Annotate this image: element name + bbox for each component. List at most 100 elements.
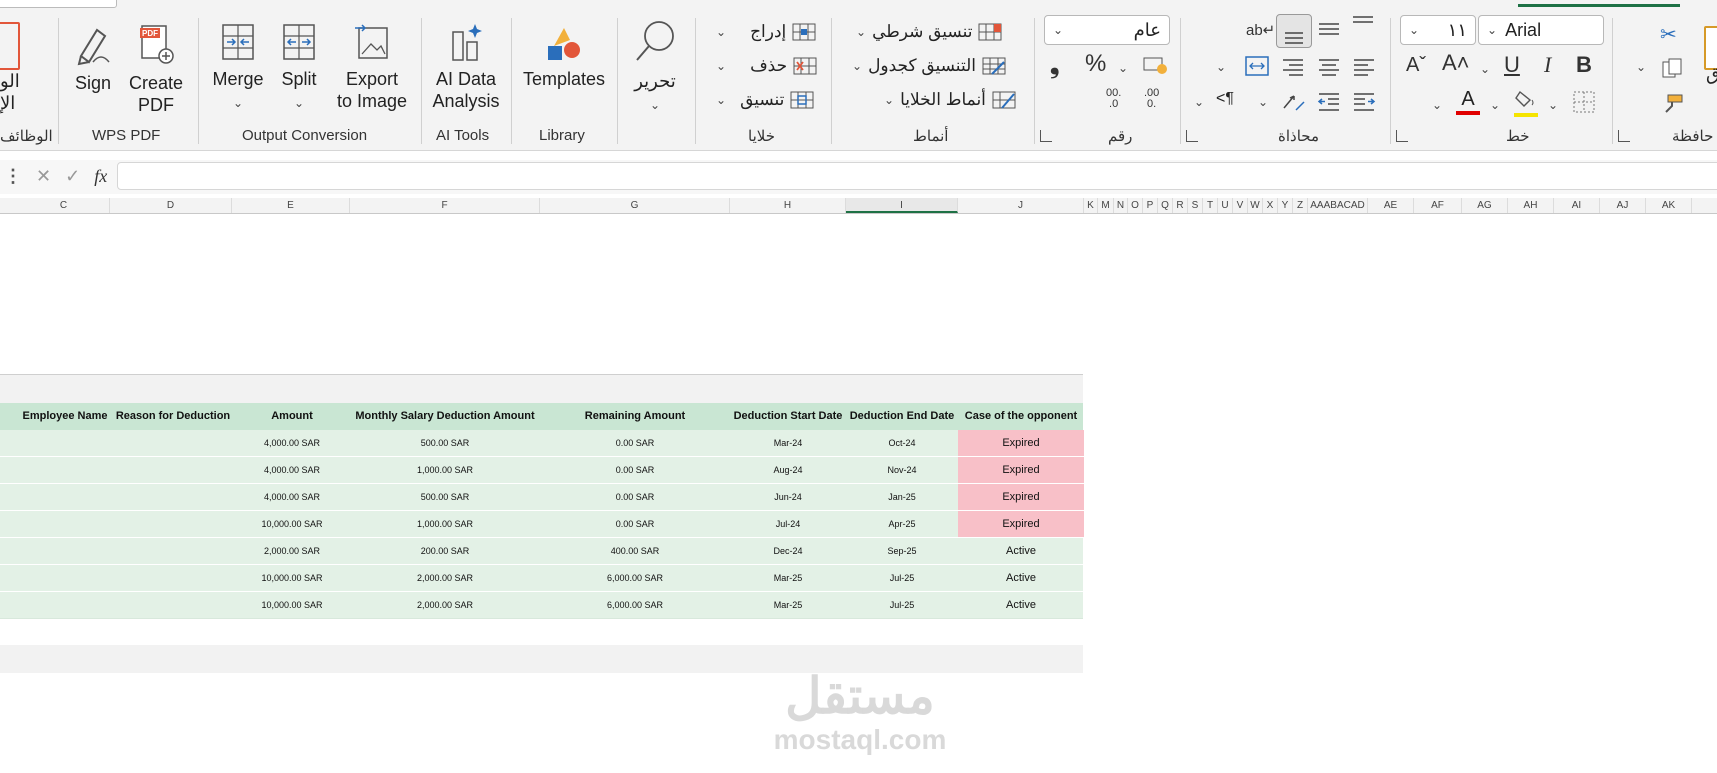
underline-button[interactable]: U	[1504, 52, 1520, 78]
cancel-entry-icon[interactable]: ✕	[36, 166, 51, 187]
cell-monthly[interactable]: 500.00 SAR	[350, 484, 540, 510]
font-color-dropdown[interactable]: ⌄	[1432, 92, 1442, 115]
wrap-text-button[interactable]: ab↵	[1246, 18, 1275, 41]
column-header[interactable]: T	[1203, 198, 1218, 213]
cell-start-date[interactable]: Mar-25	[730, 565, 846, 591]
more-vertical-icon[interactable]: ⋮	[4, 166, 22, 187]
title-box[interactable]	[0, 0, 117, 8]
conditional-formatting-button[interactable]: ⌄ تنسيق شرطي	[856, 22, 1002, 42]
column-header[interactable]: H	[730, 198, 846, 213]
copy-dropdown[interactable]: ⌄	[1636, 58, 1646, 76]
header-case-status[interactable]: Case of the opponent	[958, 403, 1084, 430]
orientation-dropdown[interactable]: ⌄	[1258, 93, 1268, 111]
cell-remaining[interactable]: 0.00 SAR	[540, 430, 730, 456]
number-dialog-launcher-icon[interactable]	[1040, 130, 1052, 142]
cell-monthly[interactable]: 1,000.00 SAR	[350, 511, 540, 537]
increase-decimal-button[interactable]: 00. .0	[1106, 88, 1121, 110]
decrease-decimal-button[interactable]: .00 0.	[1144, 88, 1159, 110]
accounting-format-button[interactable]	[1142, 54, 1168, 82]
cell-start-date[interactable]: Jul-24	[730, 511, 846, 537]
format-painter-button[interactable]	[1660, 92, 1684, 121]
increase-font-size-button[interactable]: A˄	[1442, 50, 1470, 76]
export-to-image-button[interactable]: Export to Image	[334, 22, 410, 112]
align-right-button[interactable]	[1280, 55, 1306, 84]
number-format-select[interactable]: ⌄ عام	[1044, 15, 1170, 45]
column-header[interactable]: W	[1248, 198, 1263, 213]
font-name-select[interactable]: ⌄ Arial	[1478, 15, 1604, 45]
font-dialog-launcher-icon[interactable]	[1396, 130, 1408, 142]
underline-dropdown[interactable]: ⌄	[1480, 56, 1490, 79]
column-header[interactable]: F	[350, 198, 540, 213]
delete-button[interactable]: ⌄ حذف	[716, 56, 817, 76]
header-employee-name[interactable]: Employee Name	[18, 403, 112, 430]
cell-styles-button[interactable]: ⌄ أنماط الخلايا	[884, 90, 1016, 110]
column-header[interactable]: K	[1084, 198, 1098, 213]
header-start-date[interactable]: Deduction Start Date	[730, 403, 846, 430]
cell-end-date[interactable]: Sep-25	[846, 538, 958, 564]
column-header[interactable]: AE	[1368, 198, 1414, 213]
formula-input[interactable]	[117, 162, 1717, 190]
cell-amount[interactable]: 10,000.00 SAR	[234, 565, 350, 591]
cell-status-expired[interactable]: Expired	[958, 457, 1084, 483]
cell-status-expired[interactable]: Expired	[958, 511, 1084, 537]
column-header[interactable]: Y	[1278, 198, 1293, 213]
column-header[interactable]: J	[958, 198, 1084, 213]
bold-button[interactable]: B	[1576, 52, 1592, 78]
cell-monthly[interactable]: 1,000.00 SAR	[350, 457, 540, 483]
sign-button[interactable]: Sign	[68, 22, 118, 94]
format-as-table-button[interactable]: ⌄ التنسيق كجدول	[852, 56, 1006, 76]
cell-status-expired[interactable]: Expired	[958, 484, 1084, 510]
cell-remaining[interactable]: 0.00 SAR	[540, 511, 730, 537]
column-header[interactable]: AAABACAD	[1308, 198, 1368, 213]
confirm-entry-icon[interactable]: ✓	[65, 166, 80, 187]
cell-end-date[interactable]: Jul-25	[846, 565, 958, 591]
merge-center-button[interactable]	[1244, 54, 1270, 83]
cell-end-date[interactable]: Oct-24	[846, 430, 958, 456]
cell-remaining[interactable]: 6,000.00 SAR	[540, 592, 730, 618]
cell-amount[interactable]: 4,000.00 SAR	[234, 484, 350, 510]
align-top-button[interactable]	[1350, 12, 1376, 43]
cell-start-date[interactable]: Dec-24	[730, 538, 846, 564]
header-reason[interactable]: Reason for Deduction	[112, 403, 234, 430]
cell-monthly[interactable]: 2,000.00 SAR	[350, 592, 540, 618]
column-header[interactable]: Z	[1293, 198, 1308, 213]
font-color-button[interactable]: A	[1456, 88, 1480, 115]
text-direction-dropdown[interactable]: ⌄	[1194, 93, 1204, 111]
font-size-select[interactable]: ⌄ ١١	[1400, 15, 1476, 45]
decrease-indent-button[interactable]	[1316, 90, 1342, 119]
column-header[interactable]: AJ	[1600, 198, 1646, 213]
split-button[interactable]: Split ⌄	[276, 22, 322, 114]
cell-status-active[interactable]: Active	[958, 538, 1084, 564]
column-header[interactable]: M	[1098, 198, 1114, 213]
decrease-font-size-button[interactable]: Aˇ	[1406, 54, 1426, 77]
header-remaining-amount[interactable]: Remaining Amount	[540, 403, 730, 430]
number-dropdown[interactable]: ⌄	[1118, 55, 1128, 78]
cell-remaining[interactable]: 400.00 SAR	[540, 538, 730, 564]
cell-monthly[interactable]: 2,000.00 SAR	[350, 565, 540, 591]
column-header[interactable]: U	[1218, 198, 1233, 213]
cell-start-date[interactable]: Mar-24	[730, 430, 846, 456]
column-header[interactable]: AF	[1414, 198, 1462, 213]
cell-amount[interactable]: 4,000.00 SAR	[234, 430, 350, 456]
header-end-date[interactable]: Deduction End Date	[846, 403, 958, 430]
cell-start-date[interactable]: Aug-24	[730, 457, 846, 483]
borders-button[interactable]	[1572, 90, 1596, 119]
cell-remaining[interactable]: 0.00 SAR	[540, 457, 730, 483]
fill-color-dropdown[interactable]: ⌄	[1490, 92, 1500, 115]
text-direction-button[interactable]: <¶	[1216, 90, 1234, 108]
merge-button[interactable]: Merge ⌄	[210, 22, 266, 114]
cell-status-active[interactable]: Active	[958, 565, 1084, 591]
cell-start-date[interactable]: Jun-24	[730, 484, 846, 510]
column-header[interactable]: O	[1128, 198, 1143, 213]
header-amount[interactable]: Amount	[234, 403, 350, 430]
create-pdf-button[interactable]: PDF Create PDF	[128, 22, 184, 116]
column-header[interactable]: X	[1263, 198, 1278, 213]
column-header-selected[interactable]: I	[846, 198, 958, 213]
copy-button[interactable]	[1660, 56, 1684, 85]
fill-color-button[interactable]	[1514, 88, 1538, 117]
column-header[interactable]: D	[110, 198, 232, 213]
cell-start-date[interactable]: Mar-25	[730, 592, 846, 618]
column-header[interactable]: Q	[1158, 198, 1173, 213]
insert-button[interactable]: ⌄ إدراج	[716, 22, 816, 42]
column-header[interactable]: N	[1114, 198, 1128, 213]
